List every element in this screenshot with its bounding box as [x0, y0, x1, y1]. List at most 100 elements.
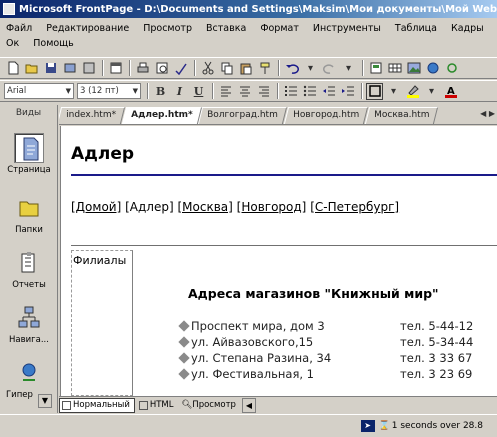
view-page-label: Страница: [7, 165, 51, 175]
list-item: ул. Степана Разина, 34 тел. 3 33 67: [176, 351, 497, 367]
bullet-list-icon[interactable]: [301, 83, 318, 100]
tab-html-label: HTML: [149, 400, 174, 410]
tab-index[interactable]: index.htm*: [59, 107, 126, 124]
diamond-bullet-icon: [178, 336, 190, 348]
font-select[interactable]: Arial ▼: [4, 83, 74, 99]
tab-adler-label: Адлер.htm*: [130, 110, 193, 120]
refresh-icon[interactable]: [443, 60, 460, 77]
nav-link-moskva[interactable]: [Москва]: [177, 200, 232, 214]
menu-table[interactable]: Таблица: [395, 21, 437, 36]
hyperlink-icon[interactable]: [424, 60, 441, 77]
download-time-status: 1 seconds over 28.8: [391, 421, 483, 431]
bold-button[interactable]: B: [152, 83, 169, 100]
font-size-select[interactable]: 3 (12 пт) ▼: [77, 83, 141, 99]
open-folder-icon[interactable]: [23, 60, 40, 77]
align-left-icon[interactable]: [217, 83, 234, 100]
spelling-icon[interactable]: [172, 60, 189, 77]
align-center-icon[interactable]: [236, 83, 253, 100]
nav-link-novgorod[interactable]: [Новгород]: [237, 200, 307, 214]
font-color-icon[interactable]: A: [442, 83, 459, 100]
highlight-icon[interactable]: [404, 83, 421, 100]
list-item: ул. Фестивальная, 1 тел. 3 23 69: [176, 367, 497, 383]
view-navigation[interactable]: Навига...: [0, 303, 58, 345]
nav-bar: [Домой] [Адлер] [Москва] [Новгород] [С-П…: [71, 200, 399, 214]
highlight-dropdown-icon[interactable]: ▾: [423, 83, 440, 100]
publish-icon[interactable]: [61, 60, 78, 77]
tab-adler[interactable]: Адлер.htm*: [121, 107, 202, 124]
tab-novgorod[interactable]: Новгород.htm: [283, 107, 369, 124]
underline-button[interactable]: U: [190, 83, 207, 100]
numbered-list-icon[interactable]: [282, 83, 299, 100]
redo-dropdown-icon[interactable]: ▾: [340, 60, 357, 77]
menu-format[interactable]: Формат: [260, 21, 299, 36]
copy-icon[interactable]: [218, 60, 235, 77]
page-editor[interactable]: Адлер [Домой] [Адлер] [Москва] [Новгород…: [60, 126, 497, 396]
status-bar: ➤ ⌛ 1 seconds over 28.8: [0, 414, 497, 437]
shop-phone: тел. 5-34-44: [400, 335, 474, 349]
menu-tools[interactable]: Инструменты: [313, 21, 381, 36]
shops-list: Проспект мира, дом 3 тел. 5-44-12 ул. Ай…: [176, 319, 497, 383]
increase-indent-icon[interactable]: [339, 83, 356, 100]
menu-window[interactable]: Ок: [6, 36, 19, 51]
cut-icon[interactable]: [199, 60, 216, 77]
tab-volgograd-label: Волгоград.htm: [207, 110, 279, 120]
diamond-bullet-icon: [178, 320, 190, 332]
menu-view[interactable]: Просмотр: [143, 21, 192, 36]
format-painter-icon[interactable]: [256, 60, 273, 77]
align-right-icon[interactable]: [255, 83, 272, 100]
new-page-icon[interactable]: [4, 60, 21, 77]
view-reports[interactable]: Отчеты: [0, 248, 58, 290]
tab-volgograd[interactable]: Волгоград.htm: [198, 107, 288, 124]
menu-insert[interactable]: Вставка: [206, 21, 246, 36]
undo-icon[interactable]: [283, 60, 300, 77]
menu-frames[interactable]: Кадры: [451, 21, 484, 36]
border-icon[interactable]: [366, 82, 383, 100]
standard-toolbar: ▾ ▾: [0, 57, 497, 79]
tab-scroll-arrows-icon[interactable]: ◀ ▶: [480, 109, 495, 118]
insert-table-icon[interactable]: [386, 60, 403, 77]
views-toggle-icon[interactable]: [107, 60, 124, 77]
preview-browser-icon[interactable]: [153, 60, 170, 77]
hourglass-icon: ⌛: [378, 421, 390, 431]
paste-icon[interactable]: [237, 60, 254, 77]
redo-icon[interactable]: [321, 60, 338, 77]
menu-edit[interactable]: Редактирование: [46, 21, 129, 36]
branches-label: Филиалы: [73, 254, 127, 267]
title-bar: Microsoft FrontPage - D:\Documents and S…: [0, 0, 497, 18]
border-dropdown-icon[interactable]: ▾: [385, 83, 402, 100]
nav-link-home[interactable]: [Домой]: [71, 200, 121, 214]
tab-preview-label: Просмотр: [192, 400, 236, 410]
nav-link-spb[interactable]: [С-Петербург]: [310, 200, 399, 214]
shop-address: ул. Фестивальная, 1: [191, 367, 315, 381]
print-icon[interactable]: [134, 60, 151, 77]
view-folders[interactable]: Папки: [0, 193, 58, 235]
view-page[interactable]: Страница: [0, 133, 58, 175]
decrease-indent-icon[interactable]: [320, 83, 337, 100]
tab-normal[interactable]: Нормальный: [59, 397, 135, 413]
tab-preview[interactable]: 🔍︎ Просмотр: [180, 398, 240, 413]
insert-picture-icon[interactable]: [405, 60, 422, 77]
chevron-down-icon: ▼: [132, 87, 138, 95]
undo-dropdown-icon[interactable]: ▾: [302, 60, 319, 77]
menu-file[interactable]: Файл: [6, 21, 32, 36]
web-folder-icon[interactable]: [80, 60, 97, 77]
list-item: Проспект мира, дом 3 тел. 5-44-12: [176, 319, 497, 335]
save-icon[interactable]: [42, 60, 59, 77]
italic-button[interactable]: I: [171, 83, 188, 100]
font-size-value: 3 (12 пт): [80, 86, 119, 96]
preview-magnifier-icon: 🔍︎: [181, 400, 193, 410]
hscroll-left-icon[interactable]: ◀: [241, 397, 256, 413]
chevron-down-icon: ▼: [65, 87, 71, 95]
menu-help[interactable]: Помощь: [33, 36, 73, 51]
normal-view-icon: [62, 400, 71, 410]
tab-moskva-label: Москва.htm: [374, 110, 430, 120]
views-scroll-down-icon[interactable]: ▼: [38, 394, 52, 408]
insert-component-icon[interactable]: [367, 60, 384, 77]
nav-current-adler: [Адлер]: [125, 200, 174, 214]
list-item: ул. Айвазовского,15 тел. 5-34-44: [176, 335, 497, 351]
shop-phone: тел. 3 33 67: [400, 351, 473, 365]
tab-html[interactable]: HTML: [137, 398, 178, 413]
tab-moskva[interactable]: Москва.htm: [364, 107, 439, 124]
branches-cell[interactable]: Филиалы: [71, 250, 133, 396]
tab-index-label: index.htm*: [66, 110, 117, 120]
